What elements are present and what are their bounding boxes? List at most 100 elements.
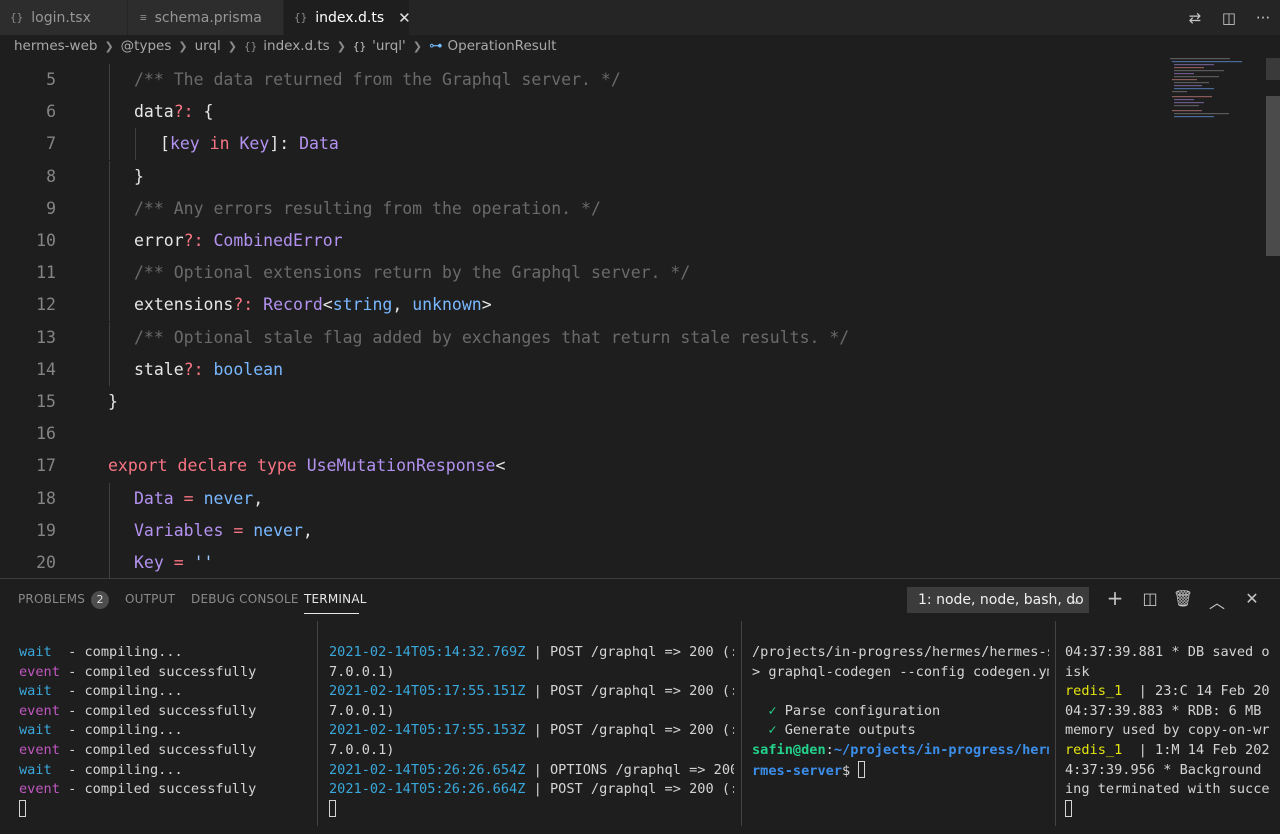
line-number: 15 [36,392,56,411]
vertical-scrollbar[interactable] [1266,96,1280,256]
code-token: < [495,456,506,476]
close-panel-icon[interactable]: ✕ [1241,589,1263,608]
code-line[interactable]: 8} [0,160,1160,193]
pane-divider[interactable] [317,621,318,827]
code-token: in [199,134,240,154]
tab-label: DEBUG CONSOLE [191,592,299,606]
breadcrumb-item[interactable]: hermes-web [14,38,97,54]
code-text: stale?: boolean [134,354,283,386]
compare-changes-icon[interactable]: ⇄ [1178,9,1212,27]
code-line[interactable]: 15} [0,386,1160,418]
code-line[interactable]: 10 error?: CombinedError [0,225,1160,257]
terminal-cursor [19,799,26,817]
code-token: [ [160,134,170,154]
code-line[interactable]: 7 [key in Key]: Data [0,128,1160,161]
terminal-line: 7.0.0.1) [329,741,734,761]
tab-schema-prisma[interactable]: ≡ schema.prisma [128,0,284,35]
tab-debug-console[interactable]: DEBUG CONSOLE [191,592,299,606]
terminal-line: 7.0.0.1) [329,702,734,722]
code-token: string [332,295,393,315]
code-line[interactable]: 11 /** Optional extensions return by the … [0,257,1160,290]
code-line[interactable]: 5 /** The data returned from the Graphql … [0,64,1160,96]
indent-guide [109,547,110,578]
code-token: ?: [183,231,204,250]
trash-icon[interactable]: 🗑 [1172,589,1194,608]
tab-label: TERMINAL [304,592,367,606]
line-number: 12 [36,295,56,315]
minimap[interactable] [1168,58,1268,128]
bottom-panel: PROBLEMS 2 OUTPUT DEBUG CONSOLE TERMINAL … [0,578,1280,834]
code-line[interactable]: 16 [0,418,1160,450]
terminal-line: safin@den:~/projects/in-progress/hermes/… [752,741,1049,761]
tab-problems[interactable]: PROBLEMS 2 [18,591,110,609]
terminal-text: ~/projects/in-progress/hermes/he [833,741,1049,758]
code-line[interactable]: 14 stale?: boolean [0,353,1160,386]
code-line[interactable]: 18 Data = never, [0,482,1160,515]
terminal-line: 2021-02-14T05:17:55.153Z | POST /graphql… [329,721,734,741]
terminal-text: Generate outputs [776,722,916,739]
split-editor-icon[interactable]: ◫ [1212,9,1246,27]
indent-guide [109,192,110,225]
tab-output[interactable]: OUTPUT [125,592,175,606]
terminal-pane-4[interactable]: 04:37:39.881 * DB saved on d isk redis_1 |… [1065,643,1270,823]
terminal-line: wait - compiling... [19,643,309,663]
indent-guide [109,257,110,290]
terminal-text: | OPTIONS /graphql => 200 (::1) [533,761,734,778]
code-line[interactable]: 6 data?: { [0,96,1160,129]
chevron-up-icon[interactable]: ︿ [1206,589,1228,613]
line-number: 5 [46,70,56,89]
terminal-text: event [19,781,60,798]
terminal-line: event - compiled successfully [19,663,309,683]
code-line[interactable]: 9 /** Any errors resulting from the opera… [0,192,1160,225]
code-text: error?: CombinedError [134,225,343,257]
tab-login-tsx[interactable]: {} login.tsx [0,0,128,35]
chevron-right-icon: ❯ [412,39,422,53]
code-editor[interactable]: 5 /** The data returned from the Graphql … [0,64,1280,578]
terminal-text: 4:37:39.956 * Background sav [1065,761,1270,778]
new-terminal-icon[interactable]: + [1104,586,1126,610]
breadcrumb-item[interactable]: 'urql' [372,38,406,54]
code-line[interactable]: 17 export declare type UseMutationRespons… [0,450,1160,482]
indent-guide [109,160,110,193]
terminal-line: 04:37:39.883 * RDB: 6 MB of [1065,702,1270,722]
chevron-right-icon: ❯ [336,39,346,53]
more-actions-icon[interactable]: ··· [1246,9,1280,27]
code-token: , [302,520,313,540]
terminal-text: - compiled successfully [59,663,257,680]
terminal-line: 4:37:39.956 * Background sav [1065,761,1270,781]
code-token: = [173,488,204,508]
close-icon[interactable]: ✕ [398,9,411,27]
terminal-text: wait [19,761,52,778]
terminal-pane-2[interactable]: 2021-02-14T05:14:32.769Z | POST /graphql… [329,643,734,823]
code-token: , [392,295,413,315]
code-line[interactable]: 13 /** Optional stale flag added by excha… [0,321,1160,354]
code-token: } [134,166,144,186]
code-line[interactable]: 20 Key = '' [0,547,1160,578]
tab-terminal[interactable]: TERMINAL [304,592,367,606]
scrollbar-track[interactable] [1266,58,1280,80]
code-token: key [169,134,200,154]
code-line[interactable]: 19 Variables = never, [0,514,1160,547]
terminal-select[interactable]: 1: node, node, bash, do ⌄ [907,587,1089,613]
code-text: Data = never, [134,483,263,515]
terminal-text: | POST /graphql => 200 (::ffff:12 [533,683,734,700]
tab-index-d-ts[interactable]: {} index.d.ts ✕ [284,0,411,35]
breadcrumb-item[interactable]: urql [195,38,221,54]
code-line[interactable]: 12 extensions?: Record<string, unknown> [0,289,1160,322]
terminal-text: 2021-02-14T05:26:26.654Z [329,761,526,778]
terminal-pane-3[interactable]: /projects/in-progress/hermes/hermes-serv… [752,643,1049,823]
pane-divider[interactable] [741,621,742,827]
code-token: < [322,295,333,315]
terminal-pane-1[interactable]: wait - compiling... event - compiled succ… [19,643,309,823]
terminal-text: | POST /graphql => 200 (::ffff:12 [533,644,734,660]
pane-divider[interactable] [1055,621,1056,827]
split-terminal-icon[interactable]: ◫ [1139,589,1161,608]
breadcrumb-item[interactable]: OperationResult [448,38,557,54]
line-number: 9 [46,198,56,218]
breadcrumb-item[interactable]: index.d.ts [263,38,329,54]
breadcrumb-item[interactable]: @types [121,38,172,54]
line-number: 14 [36,359,56,379]
code-token: '' [193,553,214,572]
terminal-text: wait [19,644,52,660]
code-token: ]: [269,134,300,154]
